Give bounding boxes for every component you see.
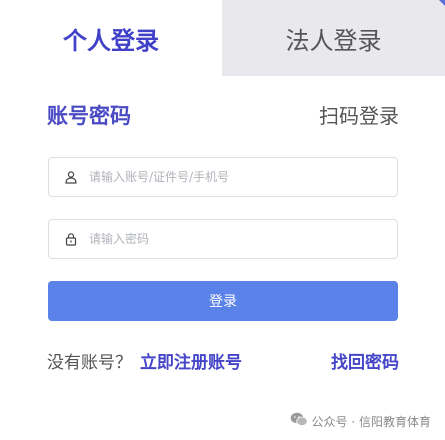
login-method-row: 账号密码 扫码登录 xyxy=(47,98,399,132)
lock-icon xyxy=(49,220,89,258)
login-tabs: 个人登录 法人登录 xyxy=(0,0,445,76)
password-field[interactable] xyxy=(48,219,398,259)
tab-personal-login[interactable]: 个人登录 xyxy=(0,0,222,76)
qr-login-link[interactable]: 扫码登录 xyxy=(319,100,399,129)
password-input[interactable] xyxy=(89,224,379,254)
register-link[interactable]: 立即注册账号 xyxy=(140,348,242,373)
corner-decoration xyxy=(439,0,445,6)
footer-links: 没有账号？ 立即注册账号 找回密码 xyxy=(47,346,399,374)
wechat-icon xyxy=(290,412,308,430)
account-password-method[interactable]: 账号密码 xyxy=(47,100,131,130)
login-button[interactable]: 登录 xyxy=(48,281,398,321)
account-input[interactable] xyxy=(89,162,379,192)
watermark: 公众号 · 信阳教育体育 xyxy=(290,411,431,431)
tab-legal-login[interactable]: 法人登录 xyxy=(222,0,445,76)
login-button-label: 登录 xyxy=(209,294,237,310)
account-field[interactable] xyxy=(48,157,398,197)
watermark-text: 公众号 · 信阳教育体育 xyxy=(311,414,431,429)
tab-personal-login-label: 个人登录 xyxy=(63,26,159,55)
recover-password-link[interactable]: 找回密码 xyxy=(331,348,399,373)
no-account-text: 没有账号？ xyxy=(47,353,132,373)
tab-legal-login-label: 法人登录 xyxy=(285,26,382,55)
user-icon xyxy=(49,158,89,196)
